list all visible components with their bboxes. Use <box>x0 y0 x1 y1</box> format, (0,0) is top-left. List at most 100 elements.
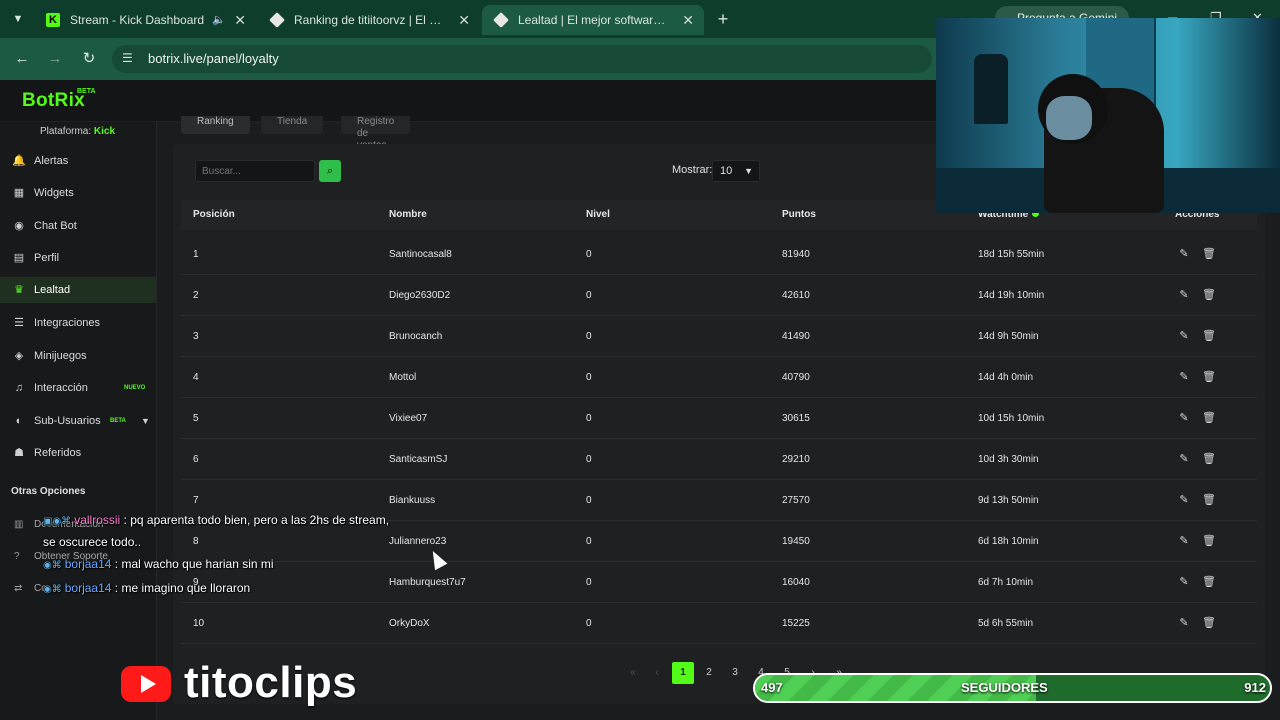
sidebar-item-label: Interacción <box>34 382 88 394</box>
back-arrow-icon[interactable]: ← <box>12 49 32 69</box>
sidebar-item-label: Widgets <box>34 187 74 199</box>
bell-icon: 🔔 <box>12 155 26 167</box>
page-size-select[interactable]: 10 ▼ <box>712 160 760 182</box>
cell-name: Santinocasal8 <box>389 249 452 260</box>
kick-icon: K <box>46 13 60 27</box>
cell-name: OrkyDoX <box>389 618 430 629</box>
cell-level: 0 <box>586 536 592 547</box>
chat-message: ◉⌘ borjaa14 : me imagino que lloraron <box>43 578 403 600</box>
sidebar-item-widgets[interactable]: ▦ Widgets <box>0 180 156 206</box>
sidebar-item-referidos[interactable]: ☗ Referidos <box>0 440 156 466</box>
cell-watchtime: 14d 9h 50min <box>978 331 1039 342</box>
delete-trash-icon[interactable]: 🗑 <box>1202 534 1216 548</box>
edit-pencil-icon[interactable]: ✎ <box>1178 616 1190 630</box>
close-tab-icon[interactable]: ✕ <box>234 5 246 35</box>
new-tab-plus-icon[interactable]: + <box>712 8 734 30</box>
tab-ranking-content[interactable]: Ranking <box>181 116 250 134</box>
cell-level: 0 <box>586 618 592 629</box>
edit-pencil-icon[interactable]: ✎ <box>1178 247 1190 261</box>
sidebar-item-lealtad[interactable]: ♛ Lealtad <box>0 277 156 303</box>
table-row: 4 Mottol 0 40790 14d 4h 0min ✎ 🗑 <box>181 357 1257 398</box>
cell-name: Mottol <box>389 372 417 383</box>
sidebar-item-interaccion[interactable]: ♫ Interacción NUEVO <box>0 375 156 401</box>
column-header[interactable]: Puntos <box>782 200 816 230</box>
delete-trash-icon[interactable]: 🗑 <box>1202 247 1216 261</box>
prev-page-icon[interactable]: ‹ <box>646 662 668 684</box>
sidebar-item-chat-bot[interactable]: ◉ Chat Bot <box>0 213 156 239</box>
beta-badge: BETA <box>77 88 96 95</box>
cell-watchtime: 6d 18h 10min <box>978 536 1039 547</box>
sidebar-item-label: Integraciones <box>34 317 101 329</box>
sidebar-item-label: Alertas <box>34 155 69 167</box>
cell-watchtime: 5d 6h 55min <box>978 618 1034 629</box>
cell-watchtime: 18d 15h 55min <box>978 249 1045 260</box>
column-header[interactable]: Nombre <box>389 200 427 230</box>
first-page-icon[interactable]: « <box>622 662 644 684</box>
chat-badges-icon: ◉⌘ <box>43 584 62 595</box>
reload-icon[interactable]: ↻ <box>79 49 99 69</box>
cell-points: 40790 <box>782 372 810 383</box>
forward-arrow-icon[interactable]: → <box>45 49 65 69</box>
users-icon: ◐ <box>15 415 23 427</box>
sidebar-item-label: Lealtad <box>34 284 71 296</box>
cell-name: Vixiee07 <box>389 413 428 424</box>
page-2-button[interactable]: 2 <box>698 662 720 684</box>
sidebar-item-perfil[interactable]: ▤ Perfil <box>0 245 156 271</box>
delete-trash-icon[interactable]: 🗑 <box>1202 575 1216 589</box>
webcam-overlay <box>936 18 1280 213</box>
edit-pencil-icon[interactable]: ✎ <box>1178 452 1190 466</box>
platform-label: Plataforma: <box>40 126 92 137</box>
edit-pencil-icon[interactable]: ✎ <box>1178 288 1190 302</box>
cell-points: 27570 <box>782 495 810 506</box>
address-bar[interactable]: ☰ botrix.live/panel/loyalty <box>112 45 932 73</box>
delete-trash-icon[interactable]: 🗑 <box>1202 329 1216 343</box>
tab-tienda[interactable]: Tienda <box>261 116 324 134</box>
delete-trash-icon[interactable]: 🗑 <box>1202 411 1216 425</box>
webcam-chair <box>974 54 1008 124</box>
chevron-down-icon[interactable]: ▼ <box>141 408 150 434</box>
cell-watchtime: 10d 3h 30min <box>978 454 1039 465</box>
sidebar-item-label: Sub-Usuarios <box>34 415 101 427</box>
edit-pencil-icon[interactable]: ✎ <box>1178 534 1190 548</box>
tab-ranking[interactable]: Ranking de titiitoorvz | El mejor ✕ <box>258 5 480 35</box>
page-1-button[interactable]: 1 <box>672 662 694 684</box>
chat-username: borjaa14 <box>64 557 112 571</box>
speaker-icon[interactable]: 🔈 <box>212 5 226 35</box>
edit-pencil-icon[interactable]: ✎ <box>1178 411 1190 425</box>
sidebar-item-alertas[interactable]: 🔔 Alertas <box>0 148 156 174</box>
tab-registro-ventas[interactable]: Registro de ventas <box>341 116 411 151</box>
table-row: 2 Diego2630D2 0 42610 14d 19h 10min ✎ 🗑 <box>181 275 1257 316</box>
sidebar-item-integraciones[interactable]: ☰ Integraciones <box>0 310 156 336</box>
sidebar-item-sub-usuarios[interactable]: ◐ Sub-Usuarios BETA ▼ <box>0 408 156 434</box>
edit-pencil-icon[interactable]: ✎ <box>1178 329 1190 343</box>
close-tab-icon[interactable]: ✕ <box>682 5 694 35</box>
tab-title: Lealtad | El mejor software para <box>518 13 668 27</box>
delete-trash-icon[interactable]: 🗑 <box>1202 616 1216 630</box>
search-icon[interactable]: ⌕ <box>319 160 341 182</box>
column-header[interactable]: Nivel <box>586 200 610 230</box>
edit-pencil-icon[interactable]: ✎ <box>1178 493 1190 507</box>
sidebar-item-minijuegos[interactable]: ◈ Minijuegos <box>0 343 156 369</box>
cell-level: 0 <box>586 495 592 506</box>
edit-pencil-icon[interactable]: ✎ <box>1178 575 1190 589</box>
tab-lealtad[interactable]: Lealtad | El mejor software para ✕ <box>482 5 704 35</box>
chevron-down-icon: ▼ <box>744 166 753 176</box>
tab-kick-dashboard[interactable]: K Stream - Kick Dashboard 🔈 ✕ <box>34 5 256 35</box>
tab-search-chevron-icon[interactable]: ▼ <box>8 9 28 29</box>
search-input[interactable] <box>195 160 315 182</box>
cell-position: 5 <box>193 413 199 424</box>
close-tab-icon[interactable]: ✕ <box>458 5 470 35</box>
help-icon: ? <box>14 551 20 562</box>
delete-trash-icon[interactable]: 🗑 <box>1202 452 1216 466</box>
delete-trash-icon[interactable]: 🗑 <box>1202 370 1216 384</box>
site-settings-icon[interactable]: ☰ <box>122 51 133 65</box>
botrix-logo[interactable]: BotRix <box>22 90 85 112</box>
show-label: Mostrar: <box>672 164 713 176</box>
page-3-button[interactable]: 3 <box>724 662 746 684</box>
chat-text: mal wacho que harian sin mi <box>121 557 274 571</box>
delete-trash-icon[interactable]: 🗑 <box>1202 288 1216 302</box>
delete-trash-icon[interactable]: 🗑 <box>1202 493 1216 507</box>
cell-level: 0 <box>586 454 592 465</box>
column-header[interactable]: Posición <box>193 200 235 230</box>
edit-pencil-icon[interactable]: ✎ <box>1178 370 1190 384</box>
